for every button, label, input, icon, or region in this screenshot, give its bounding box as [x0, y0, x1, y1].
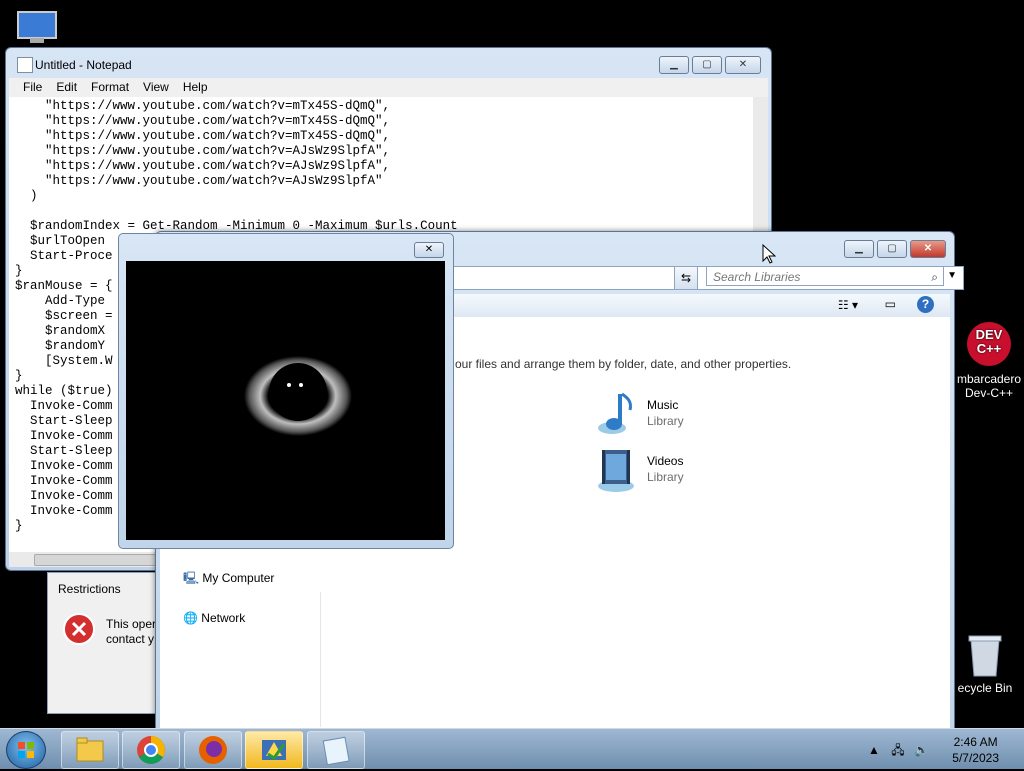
maximize-button[interactable]: ▢: [877, 240, 907, 258]
minimize-button[interactable]: ▁: [844, 240, 874, 258]
menu-format[interactable]: Format: [85, 78, 135, 97]
taskbar-task-button[interactable]: [245, 731, 303, 769]
nav-my-computer[interactable]: 🖳 My Computer: [183, 569, 274, 590]
chevron-down-icon[interactable]: ▼: [947, 270, 957, 281]
taskbar-chrome-button[interactable]: [122, 731, 180, 769]
preview-pane-icon[interactable]: ▭: [885, 297, 896, 311]
start-button[interactable]: [6, 731, 46, 769]
restrictions-message-line2: contact y: [106, 632, 155, 646]
mouse-cursor-icon: [762, 243, 777, 267]
clock[interactable]: 2:46 AM 5/7/2023: [952, 734, 999, 766]
nav-network-label: Network: [201, 611, 246, 625]
menu-file[interactable]: File: [17, 78, 48, 97]
search-placeholder: Search Libraries: [713, 270, 801, 284]
refresh-button[interactable]: ⇆: [674, 266, 698, 290]
library-music-type: Library: [647, 414, 684, 428]
eye-image: [244, 356, 352, 436]
notepad-icon: [322, 736, 350, 766]
maximize-button[interactable]: ▢: [692, 56, 722, 74]
close-button[interactable]: ✕: [414, 242, 444, 258]
clock-time: 2:46 AM: [953, 735, 998, 749]
taskbar-firefox-button[interactable]: [184, 731, 242, 769]
scroll-thumb[interactable]: [34, 554, 156, 566]
computer-desktop-icon[interactable]: [14, 10, 62, 50]
library-music-name: Music: [647, 398, 679, 412]
task-scheduler-icon: [262, 740, 286, 761]
library-videos[interactable]: Videos Library: [594, 448, 744, 498]
library-videos-name: Videos: [647, 454, 684, 468]
restrictions-message: This oper contact y: [106, 617, 156, 647]
help-icon[interactable]: ?: [917, 296, 934, 313]
refresh-icon: ⇆: [680, 271, 692, 285]
libraries-description: our files and arrange them by folder, da…: [455, 357, 792, 371]
close-button[interactable]: ✕: [910, 240, 946, 258]
computer-icon: 🖳: [183, 571, 200, 585]
notepad-titlebar[interactable]: Untitled - Notepad ▁ ▢ ✕: [6, 48, 771, 78]
minimize-button[interactable]: ▁: [659, 56, 689, 74]
music-library-icon: [598, 392, 632, 434]
videos-library-icon: [598, 450, 634, 492]
chrome-icon: [137, 736, 165, 764]
system-tray: ▲ 🖧 🔈: [868, 741, 929, 762]
recycle-bin-label: ecycle Bin: [957, 681, 1013, 695]
nav-pane-divider[interactable]: [320, 592, 321, 727]
notepad-menubar: File Edit Format View Help: [9, 78, 768, 97]
library-videos-type: Library: [647, 470, 684, 484]
recycle-bin-desktop-icon[interactable]: ecycle Bin: [950, 632, 1020, 695]
taskbar-notepad-button[interactable]: [307, 731, 365, 769]
notepad-title: Untitled - Notepad: [35, 58, 132, 72]
devcpp-label: mbarcadero Dev-C++: [956, 372, 1022, 400]
close-button[interactable]: ✕: [725, 56, 761, 74]
view-options-icon[interactable]: ☷ ▾: [838, 298, 858, 312]
show-hidden-icons-icon[interactable]: ▲: [868, 743, 880, 757]
devcpp-icon: DEV C++: [967, 322, 1011, 366]
taskbar: ▲ 🖧 🔈 2:46 AM 5/7/2023: [0, 728, 1024, 769]
nav-my-computer-label: My Computer: [202, 571, 275, 585]
network-status-icon[interactable]: 🖧: [891, 743, 904, 757]
restrictions-message-line1: This oper: [106, 617, 157, 631]
search-input[interactable]: Search Libraries ⌕: [706, 266, 944, 286]
video-display: [126, 261, 445, 540]
library-music[interactable]: Music Library: [594, 392, 744, 442]
notepad-icon: [17, 57, 33, 73]
devcpp-desktop-icon[interactable]: DEV C++ mbarcadero Dev-C++: [954, 322, 1024, 400]
windows-logo-icon: [18, 742, 34, 758]
firefox-icon: [199, 736, 227, 764]
error-icon: [62, 612, 96, 649]
search-icon[interactable]: ⌕: [931, 267, 938, 287]
menu-help[interactable]: Help: [177, 78, 214, 97]
taskbar-explorer-button[interactable]: [61, 731, 119, 769]
volume-icon[interactable]: 🔈: [914, 743, 929, 757]
menu-edit[interactable]: Edit: [50, 78, 83, 97]
menu-view[interactable]: View: [137, 78, 175, 97]
folder-icon: [76, 737, 104, 762]
clock-date: 5/7/2023: [952, 751, 999, 765]
nav-network[interactable]: 🌐 Network: [183, 611, 245, 625]
network-icon: 🌐: [183, 611, 198, 625]
recycle-bin-icon: [968, 635, 1002, 677]
video-popup-window[interactable]: ✕: [118, 233, 454, 549]
restrictions-title: Restrictions: [58, 582, 121, 596]
